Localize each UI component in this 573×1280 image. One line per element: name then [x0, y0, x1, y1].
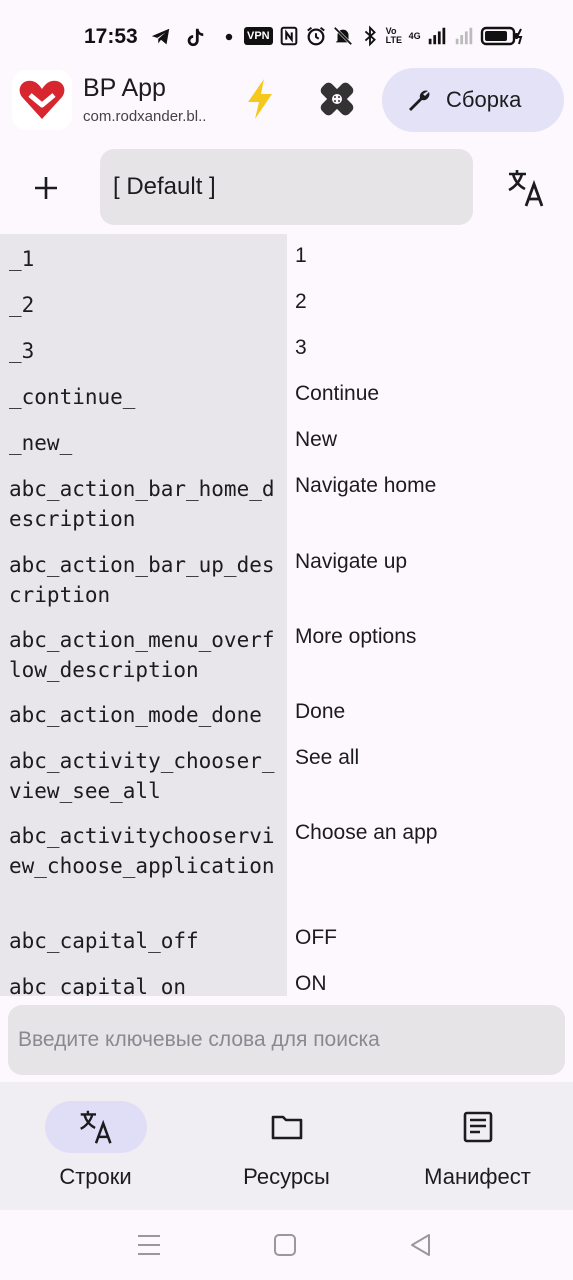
- nav-indicator: [45, 1101, 147, 1153]
- string-key: abc_activity_chooser_view_see_all: [9, 749, 275, 803]
- nav-item-resources[interactable]: Ресурсы: [191, 1082, 382, 1210]
- string-value: See all: [295, 746, 360, 769]
- bottom-navigation: Строки Ресурсы Манифест: [0, 1082, 573, 1210]
- alarm-icon: [306, 26, 325, 46]
- string-key: abc_capital_off: [9, 929, 199, 953]
- string-value: Done: [295, 700, 346, 723]
- search-input[interactable]: [8, 1005, 565, 1075]
- back-icon[interactable]: [408, 1232, 434, 1258]
- plus-icon: [35, 177, 57, 199]
- string-value: 2: [295, 290, 307, 313]
- app-name: BP App: [83, 74, 166, 102]
- build-button[interactable]: Сборка: [382, 68, 564, 132]
- network-type-label: 4G: [408, 30, 421, 41]
- string-key: _continue_: [9, 385, 136, 409]
- string-key: abc_action_bar_home_description: [9, 477, 275, 531]
- nav-item-manifest[interactable]: Манифест: [382, 1082, 573, 1210]
- nav-item-strings[interactable]: Строки: [0, 1082, 191, 1210]
- dot-icon: [225, 33, 233, 41]
- menu-icon[interactable]: [136, 1232, 162, 1258]
- string-value: ON: [295, 972, 327, 995]
- system-navigation-bar: [0, 1210, 573, 1280]
- string-key: abc_action_menu_overflow_description: [9, 628, 275, 682]
- string-key: _3: [9, 339, 35, 363]
- heart-logo-icon: [19, 80, 65, 119]
- folder-icon: [271, 1115, 303, 1140]
- signal-icon: [428, 27, 445, 45]
- add-string-button[interactable]: [26, 168, 66, 208]
- string-value: OFF: [295, 926, 337, 949]
- translate-icon[interactable]: [506, 168, 546, 208]
- string-key: abc_action_mode_done: [9, 703, 262, 727]
- home-icon[interactable]: [272, 1232, 298, 1258]
- string-key: _1: [9, 247, 35, 271]
- build-button-label: Сборка: [446, 87, 522, 112]
- string-value: More options: [295, 625, 417, 648]
- locale-selector[interactable]: [ Default ]: [100, 149, 473, 225]
- wrench-icon: [409, 90, 430, 111]
- nav-indicator: [427, 1101, 529, 1153]
- app-bar: BP App com.rodxander.bl.. Сборка: [0, 66, 573, 134]
- string-value: New: [295, 428, 338, 451]
- string-value: Navigate home: [295, 474, 437, 497]
- app-logo: [12, 70, 72, 130]
- string-value: Navigate up: [295, 550, 408, 573]
- bandage-icon[interactable]: [318, 80, 356, 118]
- string-key: _new_: [9, 431, 73, 455]
- string-value: 1: [295, 244, 307, 267]
- vpn-badge: VPN: [244, 27, 273, 45]
- bluetooth-icon: [364, 25, 376, 47]
- string-value: 3: [295, 336, 307, 359]
- bolt-icon[interactable]: [242, 78, 278, 120]
- app-package: com.rodxander.bl..: [83, 108, 207, 125]
- signal-weak-icon: [455, 27, 472, 45]
- mute-icon: [333, 26, 352, 46]
- strings-table: _1 1 _2 2 _3 3 _continue_ Continue _new_…: [0, 234, 573, 996]
- status-time: 17:53: [84, 25, 138, 48]
- tiktok-icon: [187, 28, 204, 47]
- nav-indicator: [236, 1101, 338, 1153]
- nav-label: Ресурсы: [243, 1164, 330, 1189]
- string-value: Continue: [295, 382, 380, 405]
- volte-label: Vo LTE: [385, 26, 402, 45]
- string-value: Choose an app: [295, 821, 438, 844]
- translate-icon: [80, 1110, 112, 1144]
- nav-label: Строки: [59, 1164, 132, 1189]
- battery-icon: [480, 26, 522, 46]
- telegram-icon: [151, 28, 170, 45]
- string-key: _2: [9, 293, 35, 317]
- nfc-icon: [280, 26, 297, 46]
- status-bar: 17:53 VPN Vo LTE 4G: [0, 0, 573, 72]
- document-icon: [463, 1111, 493, 1143]
- string-key: abc_capital_on: [9, 975, 187, 996]
- string-key: abc_activitychooserview_choose_applicati…: [9, 824, 275, 878]
- nav-label: Манифест: [424, 1164, 531, 1189]
- string-key: abc_action_bar_up_description: [9, 553, 275, 607]
